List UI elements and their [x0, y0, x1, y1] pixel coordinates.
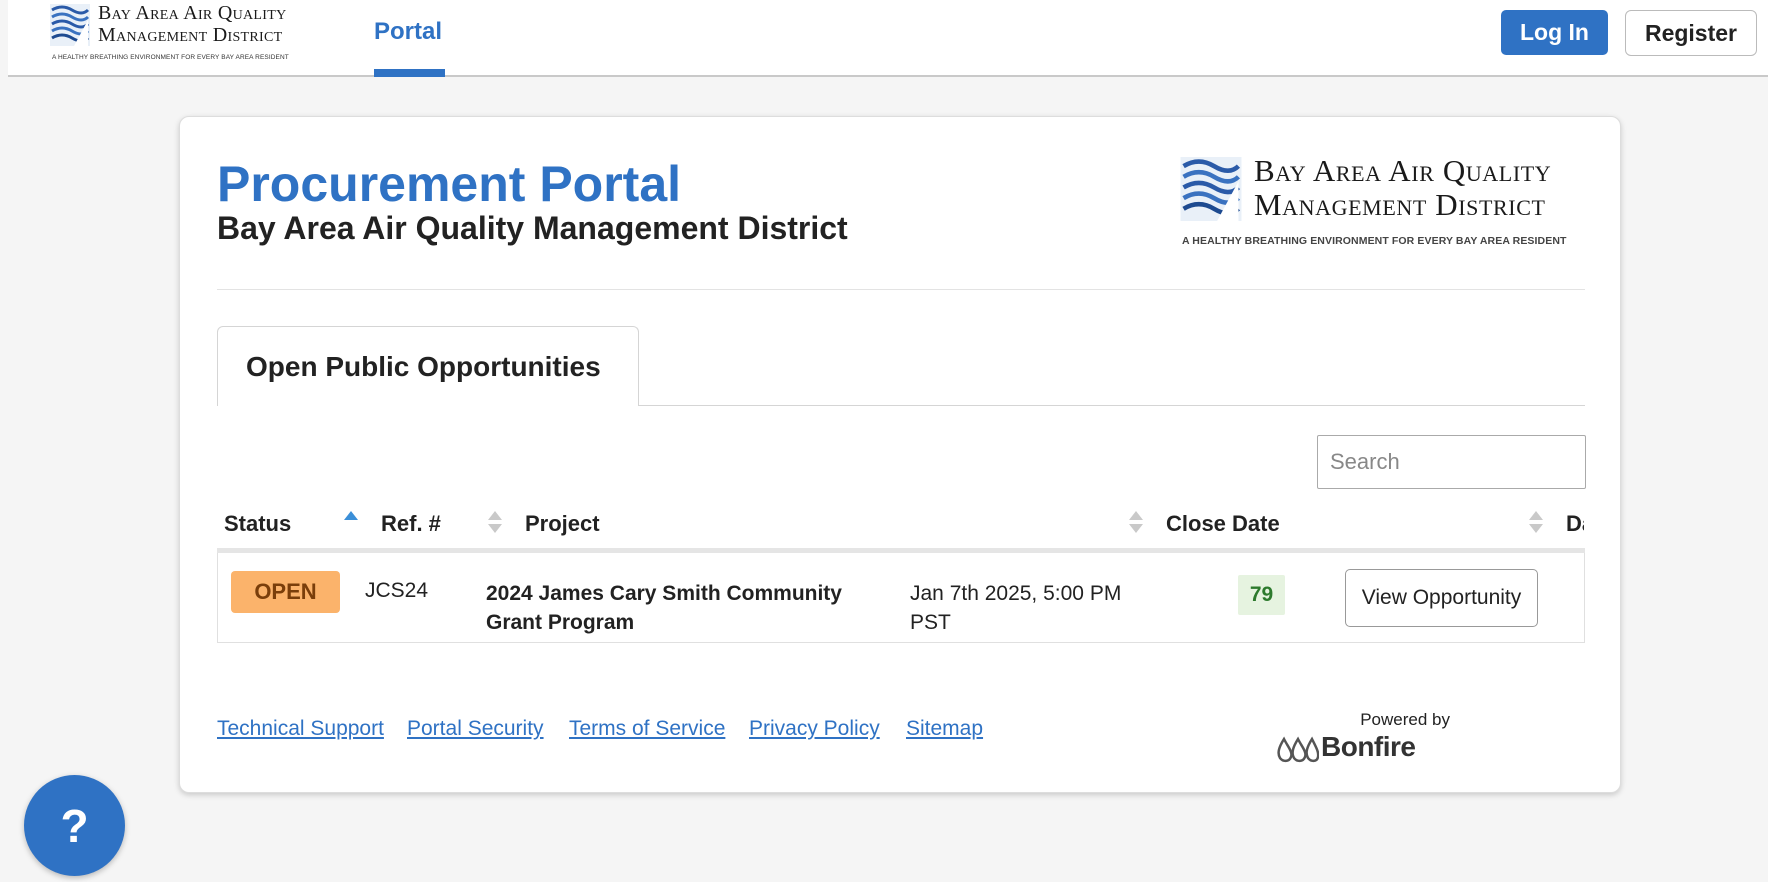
- footer-link-privacy-policy[interactable]: Privacy Policy: [749, 717, 880, 741]
- footer-link-sitemap[interactable]: Sitemap: [906, 717, 983, 741]
- org-name-line1: Bay Area Air Quality: [98, 2, 287, 24]
- baaqmd-logo-icon: [1180, 157, 1242, 221]
- footer-link-technical-support[interactable]: Technical Support: [217, 717, 384, 741]
- header-divider: [217, 289, 1585, 290]
- project-name: 2024 James Cary Smith Community Grant Pr…: [486, 582, 842, 634]
- bonfire-logo-icon: [1277, 736, 1319, 763]
- table-row: OPEN JCS24 2024 James Cary Smith Communi…: [217, 553, 1585, 643]
- powered-by-label: Powered by: [1360, 710, 1450, 729]
- org-name-line1: Bay Area Air Quality: [1254, 153, 1552, 188]
- view-opportunity-button[interactable]: View Opportunity: [1345, 569, 1538, 627]
- tab-baseline: [639, 405, 1585, 406]
- column-header-project[interactable]: Project: [525, 511, 600, 537]
- column-header-days-left[interactable]: Da: [1566, 511, 1584, 537]
- procurement-card: Procurement Portal Bay Area Air Quality …: [179, 116, 1621, 793]
- search-input[interactable]: [1317, 435, 1586, 489]
- sort-icon[interactable]: [1129, 509, 1143, 537]
- org-tagline: A HEALTHY BREATHING ENVIRONMENT FOR EVER…: [52, 54, 289, 61]
- footer-link-terms-of-service[interactable]: Terms of Service: [569, 717, 725, 741]
- sort-ascending-icon[interactable]: [344, 509, 358, 537]
- org-name-line2: Management District: [1254, 187, 1546, 222]
- org-logo-large: Bay Area Air Quality Management District…: [1180, 153, 1590, 257]
- close-date: Jan 7th 2025, 5:00 PM PST: [910, 582, 1122, 634]
- page-title: Procurement Portal: [217, 156, 682, 212]
- ref-number: JCS24: [365, 579, 429, 602]
- bonfire-wordmark: Bonfire: [1321, 731, 1416, 762]
- page-subtitle: Bay Area Air Quality Management District: [217, 210, 848, 246]
- org-name-line2: Management District: [98, 24, 283, 46]
- sort-icon[interactable]: [488, 509, 502, 537]
- column-header-status[interactable]: Status: [224, 511, 291, 537]
- nav-tab-active-indicator: [374, 69, 445, 77]
- tab-open-public-opportunities[interactable]: Open Public Opportunities: [217, 326, 639, 406]
- help-button[interactable]: ?: [24, 775, 125, 876]
- column-header-ref[interactable]: Ref. #: [381, 511, 441, 537]
- login-button[interactable]: Log In: [1501, 10, 1608, 55]
- org-logo[interactable]: Bay Area Air Quality Management District…: [50, 2, 320, 66]
- column-header-close-date[interactable]: Close Date: [1166, 511, 1280, 537]
- sort-icon[interactable]: [1529, 509, 1543, 537]
- days-left-badge: 79: [1238, 575, 1285, 615]
- register-button[interactable]: Register: [1625, 10, 1757, 56]
- bonfire-logo[interactable]: Bonfire: [1277, 731, 1457, 765]
- footer-link-portal-security[interactable]: Portal Security: [407, 717, 544, 741]
- nav-tab-portal[interactable]: Portal: [374, 18, 442, 46]
- status-badge: OPEN: [231, 571, 340, 613]
- baaqmd-logo-icon: [50, 4, 90, 46]
- top-navbar: Bay Area Air Quality Management District…: [8, 0, 1768, 77]
- org-tagline: A HEALTHY BREATHING ENVIRONMENT FOR EVER…: [1182, 235, 1567, 247]
